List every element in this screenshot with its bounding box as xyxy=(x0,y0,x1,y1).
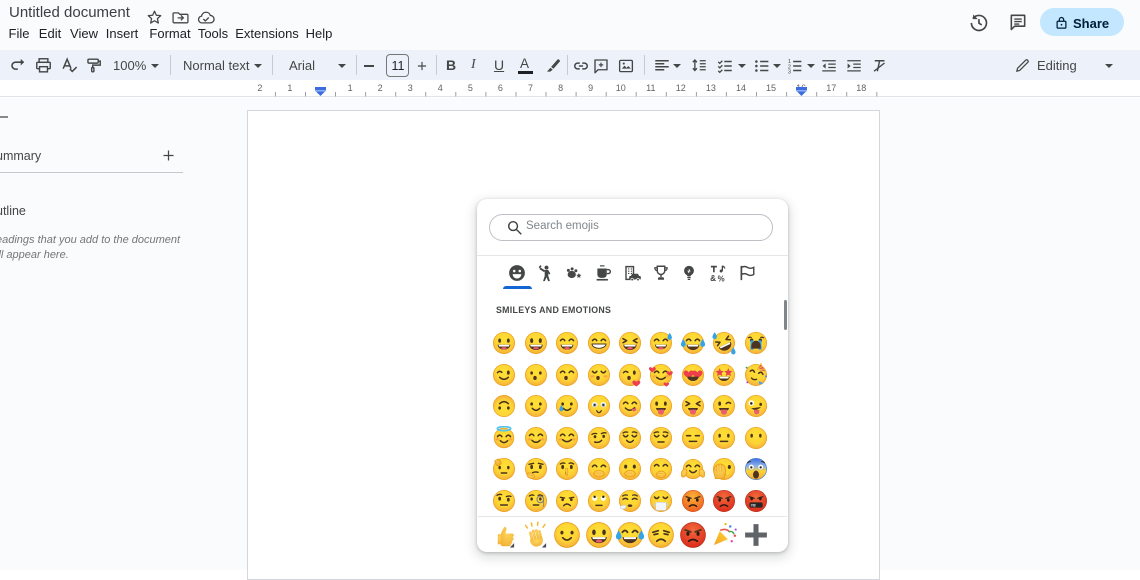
svg-text:5: 5 xyxy=(468,83,473,93)
svg-text:4: 4 xyxy=(438,83,443,93)
svg-text:%: % xyxy=(718,274,725,282)
svg-text:15: 15 xyxy=(766,83,776,93)
svg-text:17: 17 xyxy=(826,83,836,93)
svg-text:13: 13 xyxy=(706,83,716,93)
svg-text:2: 2 xyxy=(257,83,262,93)
svg-text:7: 7 xyxy=(528,83,533,93)
svg-text:14: 14 xyxy=(736,83,746,93)
svg-text:1: 1 xyxy=(348,83,353,93)
svg-text:9: 9 xyxy=(588,83,593,93)
svg-text:10: 10 xyxy=(616,83,626,93)
svg-text:&: & xyxy=(710,273,716,281)
svg-text:#$!: #$! xyxy=(750,502,756,507)
svg-text:3: 3 xyxy=(788,69,791,75)
svg-text:3: 3 xyxy=(408,83,413,93)
svg-text:8: 8 xyxy=(558,83,563,93)
svg-text:11: 11 xyxy=(646,83,655,93)
svg-text:2: 2 xyxy=(378,83,383,93)
svg-text:1: 1 xyxy=(287,83,292,93)
svg-text:6: 6 xyxy=(498,83,503,93)
svg-text:12: 12 xyxy=(676,83,686,93)
svg-text:18: 18 xyxy=(856,83,866,93)
